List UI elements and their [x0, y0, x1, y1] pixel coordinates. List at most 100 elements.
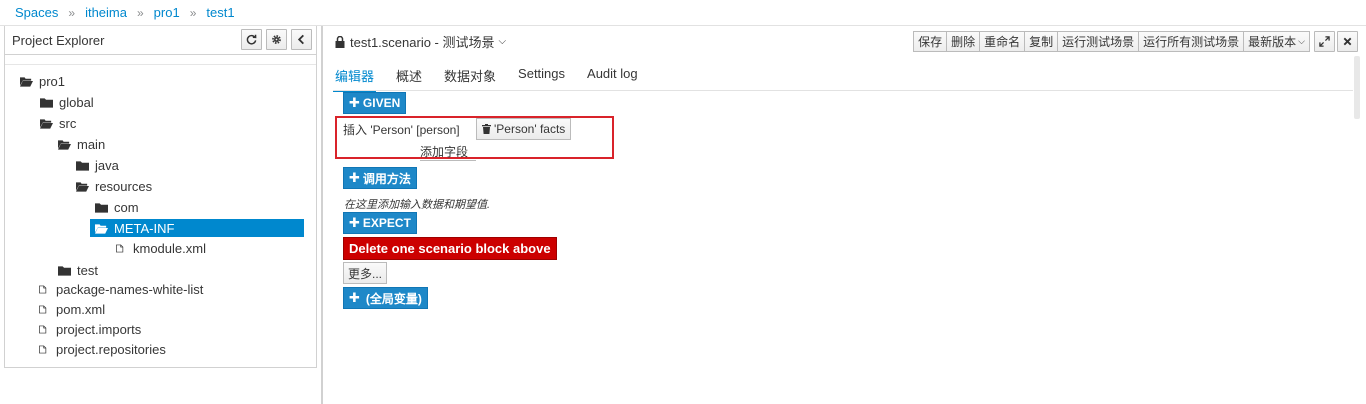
- latest-version-dropdown[interactable]: 最新版本 ⌵: [1244, 31, 1310, 52]
- breadcrumb-test1[interactable]: test1: [206, 5, 234, 20]
- refresh-button[interactable]: [241, 29, 262, 50]
- more-button[interactable]: 更多...: [343, 262, 388, 284]
- tree-item-label: pom.xml: [56, 301, 106, 317]
- expect-button[interactable]: ✚ EXPECT: [343, 212, 417, 234]
- file-icon: [116, 244, 124, 252]
- plus-icon: ✚: [349, 215, 360, 230]
- tree-item-java[interactable]: java: [76, 156, 119, 174]
- chevron-down-icon: ⌵: [1298, 36, 1305, 46]
- tree-item-test[interactable]: test: [58, 261, 98, 279]
- folder-icon: [40, 97, 53, 108]
- breadcrumb-pro1[interactable]: pro1: [154, 5, 180, 20]
- tab-audit-log[interactable]: Audit log: [587, 66, 650, 88]
- close-button[interactable]: [1337, 31, 1358, 52]
- tree-item-pro1[interactable]: pro1: [20, 72, 65, 90]
- maximize-button[interactable]: [1314, 31, 1335, 52]
- tab-divider: [333, 90, 1353, 91]
- lock-icon: [335, 35, 345, 48]
- hint-text: 在这里添加输入数据和期望值.: [344, 199, 491, 211]
- tree-item-global[interactable]: global: [40, 93, 94, 111]
- expect-label: EXPECT: [362, 216, 411, 230]
- tree-item-project-imports[interactable]: project.imports: [38, 320, 141, 338]
- tree-item-project-repositories[interactable]: project.repositories: [38, 340, 166, 358]
- tree-item-label: com: [114, 199, 139, 215]
- tree-item-label: pro1: [39, 73, 66, 89]
- editor-title-dropdown[interactable]: test1.scenario - 测试场景 ⌵: [335, 32, 506, 51]
- plus-icon: ✚: [349, 170, 360, 185]
- field-divider: [420, 160, 476, 161]
- settings-button[interactable]: [266, 29, 287, 50]
- rename-button[interactable]: 重命名: [980, 31, 1026, 52]
- insert-fact-label: 插入 'Person' [person]: [343, 123, 460, 137]
- tree-item-pom[interactable]: pom.xml: [38, 300, 105, 318]
- vertical-scrollbar[interactable]: [1354, 56, 1360, 119]
- facts-label: 'Person' facts: [494, 122, 566, 136]
- tree-item-label: package-names-white-list: [56, 281, 204, 297]
- run-all-scenarios-button[interactable]: 运行所有测试场景: [1139, 31, 1245, 52]
- folder-icon: [76, 160, 89, 171]
- tree-item-main[interactable]: main: [58, 135, 105, 153]
- scenario-editor: test1.scenario - 测试场景 ⌵ 保存 删除 重命名 复制 运行测…: [321, 26, 1366, 404]
- tab-overview[interactable]: 概述: [396, 66, 434, 88]
- tree-item-kmodule[interactable]: kmodule.xml: [115, 239, 206, 257]
- given-button[interactable]: ✚ GIVEN: [343, 92, 407, 114]
- add-field-link[interactable]: 添加字段: [420, 143, 468, 160]
- given-label: GIVEN: [362, 96, 401, 110]
- tree-item-label: src: [59, 115, 77, 131]
- run-scenario-button[interactable]: 运行测试场景: [1058, 31, 1140, 52]
- tree-item-label: META-INF: [114, 220, 175, 236]
- plus-icon: ✚: [349, 95, 360, 110]
- tree-item-meta-inf[interactable]: META-INF: [90, 219, 304, 237]
- delete-scenario-block-button[interactable]: Delete one scenario block above: [343, 237, 557, 260]
- editor-header: test1.scenario - 测试场景 ⌵ 保存 删除 重命名 复制 运行测…: [323, 26, 1366, 56]
- tree-item-label: resources: [95, 178, 153, 194]
- tree-item-label: main: [77, 136, 106, 152]
- folder-icon: [58, 265, 71, 276]
- project-explorer-panel: Project Explorer pro1 global src main ja…: [4, 26, 317, 368]
- chevron-left-icon: [297, 34, 304, 45]
- tab-editor[interactable]: 编辑器: [332, 66, 386, 92]
- folder-open-icon: [58, 139, 71, 150]
- tab-data-objects[interactable]: 数据对象: [444, 66, 508, 88]
- tab-settings[interactable]: Settings: [518, 66, 577, 88]
- chevron-down-icon: ⌵: [498, 36, 507, 47]
- global-variables-label: (全局变量): [365, 291, 422, 306]
- expand-icon: [1319, 36, 1330, 47]
- project-tree: pro1 global src main java resources com: [5, 64, 316, 366]
- global-variables-button[interactable]: ✚ (全局变量): [343, 287, 428, 309]
- collapse-panel-button[interactable]: [291, 29, 312, 50]
- tree-item-src[interactable]: src: [40, 114, 76, 132]
- folder-open-icon: [76, 181, 89, 192]
- breadcrumb: Spaces » itheima » pro1 » test1: [0, 0, 1366, 26]
- explorer-title: Project Explorer: [12, 32, 105, 48]
- delete-facts-button[interactable]: 'Person' facts: [476, 118, 572, 140]
- trash-icon: [482, 124, 491, 134]
- copy-button[interactable]: 复制: [1025, 31, 1059, 52]
- tree-item-com[interactable]: com: [95, 198, 139, 216]
- explorer-header: Project Explorer: [5, 26, 316, 55]
- close-icon: [1343, 37, 1352, 46]
- plus-icon: ✚: [349, 290, 360, 305]
- call-method-button[interactable]: ✚ 调用方法: [343, 167, 417, 189]
- refresh-icon: [246, 34, 257, 45]
- tree-item-label: project.imports: [56, 321, 142, 337]
- tree-item-label: test: [77, 262, 98, 278]
- tree-item-label: kmodule.xml: [133, 240, 206, 256]
- tree-item-label: java: [95, 157, 119, 173]
- call-method-label: 调用方法: [362, 171, 411, 186]
- file-icon: [39, 305, 47, 313]
- save-button[interactable]: 保存: [913, 31, 948, 52]
- tree-item-resources[interactable]: resources: [76, 177, 152, 195]
- editor-toolbar: 保存 删除 重命名 复制 运行测试场景 运行所有测试场景 最新版本 ⌵: [913, 31, 1310, 52]
- tree-item-package-names-white-list[interactable]: package-names-white-list: [38, 280, 203, 298]
- tree-item-label: project.repositories: [56, 341, 166, 357]
- folder-open-icon: [20, 76, 33, 87]
- delete-button[interactable]: 删除: [947, 31, 981, 52]
- breadcrumb-itheima[interactable]: itheima: [85, 5, 127, 20]
- folder-icon: [95, 202, 108, 213]
- file-icon: [39, 325, 47, 333]
- breadcrumb-separator: »: [189, 5, 197, 20]
- folder-open-icon: [95, 223, 108, 234]
- editor-tabs: 编辑器 概述 数据对象 Settings Audit log: [332, 66, 660, 92]
- breadcrumb-spaces[interactable]: Spaces: [15, 5, 58, 20]
